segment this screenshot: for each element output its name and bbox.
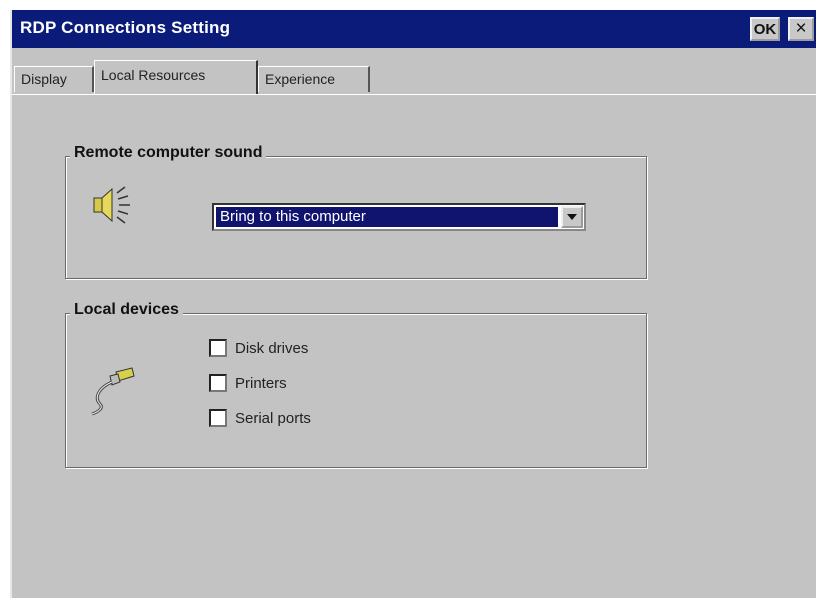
tab-experience[interactable]: Experience <box>258 66 370 92</box>
tab-divider <box>12 94 816 95</box>
remote-sound-legend: Remote computer sound <box>70 144 267 162</box>
plug-icon <box>91 367 135 416</box>
local-devices-group: Local devices Disk drives Printers Seria… <box>65 301 647 468</box>
printers-label[interactable]: Printers <box>235 375 287 392</box>
window-title: RDP Connections Setting <box>20 18 231 37</box>
title-bar: RDP Connections Setting OK × <box>12 10 816 48</box>
remote-sound-group: Remote computer sound Bring to this comp… <box>65 144 647 279</box>
tab-strip: Display Local Resources Experience <box>12 58 816 94</box>
speaker-icon <box>93 186 130 224</box>
sound-dropdown[interactable]: Bring to this computer <box>212 203 586 231</box>
local-devices-legend: Local devices <box>70 301 183 319</box>
disk-drives-checkbox[interactable] <box>209 339 227 357</box>
tab-local-resources[interactable]: Local Resources <box>94 60 258 94</box>
dropdown-arrow-button[interactable] <box>561 206 583 228</box>
printers-option[interactable]: Printers <box>209 372 287 394</box>
rdp-settings-window: RDP Connections Setting OK × Display Loc… <box>10 10 816 598</box>
serial-ports-checkbox[interactable] <box>209 409 227 427</box>
serial-ports-label[interactable]: Serial ports <box>235 410 311 427</box>
serial-ports-option[interactable]: Serial ports <box>209 407 311 429</box>
tab-display[interactable]: Display <box>14 66 94 92</box>
disk-drives-option[interactable]: Disk drives <box>209 337 308 359</box>
chevron-down-icon <box>567 214 577 220</box>
close-button[interactable]: × <box>788 17 814 41</box>
printers-checkbox[interactable] <box>209 374 227 392</box>
disk-drives-label[interactable]: Disk drives <box>235 340 308 357</box>
sound-dropdown-value: Bring to this computer <box>216 207 558 227</box>
ok-button[interactable]: OK <box>750 17 780 41</box>
